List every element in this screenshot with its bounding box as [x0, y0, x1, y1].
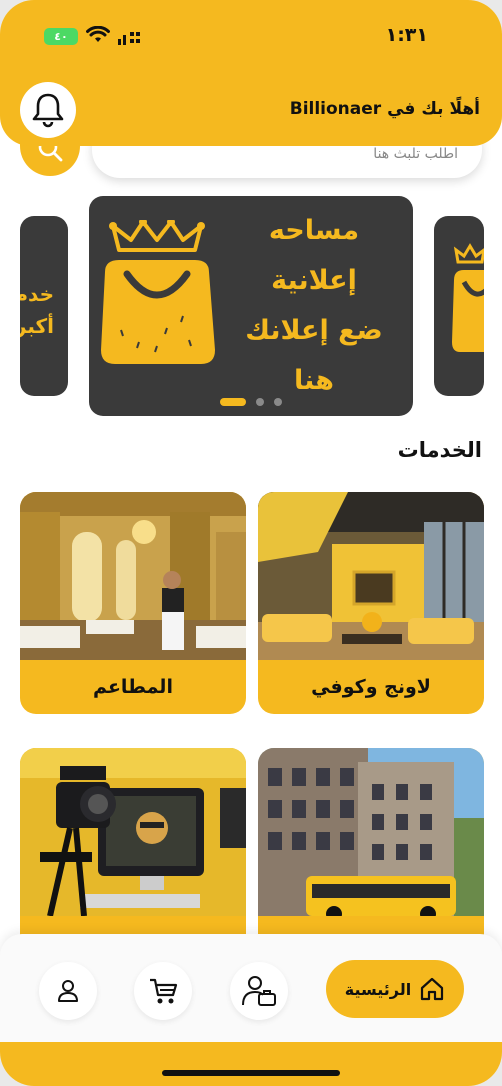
footer-bar [0, 1042, 502, 1086]
nav-services[interactable] [230, 962, 288, 1020]
home-indicator[interactable] [162, 1070, 340, 1076]
city-bus-photo [258, 748, 484, 916]
signal-icon [118, 32, 140, 45]
home-icon [421, 977, 444, 1001]
service-card-restaurants[interactable]: المطاعم [20, 492, 246, 714]
banner-next-slide[interactable] [434, 216, 484, 396]
nav-home[interactable]: الرئيسية [326, 960, 464, 1018]
notifications-button[interactable] [20, 82, 76, 138]
section-title: الخدمات [397, 438, 482, 462]
suitcase-person-icon [242, 976, 276, 1006]
carousel-dot-active[interactable] [220, 398, 246, 406]
greeting-text: أهلًا بك في Billionaer [289, 99, 480, 119]
camera-studio-photo [20, 748, 246, 916]
banner-prev-slide[interactable]: خدم أكبر [20, 216, 68, 396]
bell-icon [32, 93, 64, 128]
battery-icon: ٤٠ [44, 28, 78, 45]
shopping-bag-crown-icon [101, 220, 215, 364]
banner-line: مساحه [268, 215, 360, 246]
wifi-icon [86, 26, 110, 42]
service-card-lounge[interactable]: لاونج وكوفي [258, 492, 484, 714]
carousel-dots [89, 398, 413, 406]
search-placeholder: اطلب تلبث هنا [373, 146, 458, 162]
header: ١:٣١ ٤٠ أهلًا بك في Billionaer [0, 0, 502, 146]
nav-home-label: الرئيسية [344, 979, 412, 999]
bottom-nav: الرئيسية [0, 934, 502, 1046]
service-card-label: المطاعم [93, 676, 173, 698]
service-card-label: لاونج وكوفي [311, 676, 431, 698]
shopping-bag-icon [452, 243, 484, 352]
restaurant-photo [20, 492, 246, 660]
carousel-dot[interactable] [256, 398, 264, 406]
nav-profile[interactable] [39, 962, 97, 1020]
ad-banner[interactable]: مساحه إعلانية ضع إعلانك هنا [89, 196, 413, 416]
banner-prev-line: أكبر [20, 314, 54, 338]
banner-text: مساحه إعلانية ضع إعلانك هنا [229, 206, 399, 406]
carousel-dot[interactable] [274, 398, 282, 406]
app-screen: ١:٣١ ٤٠ أهلًا بك في Billionaer اطلب تلبث… [0, 0, 502, 1086]
banner-line: ضع إعلانك [245, 315, 383, 346]
nav-cart[interactable] [134, 962, 192, 1020]
lounge-photo [258, 492, 484, 660]
person-icon [58, 980, 78, 1002]
status-time: ١:٣١ [385, 24, 428, 46]
banner-line: إعلانية [271, 265, 357, 296]
cart-icon [150, 978, 178, 1004]
banner-prev-line: خدم [20, 282, 54, 306]
